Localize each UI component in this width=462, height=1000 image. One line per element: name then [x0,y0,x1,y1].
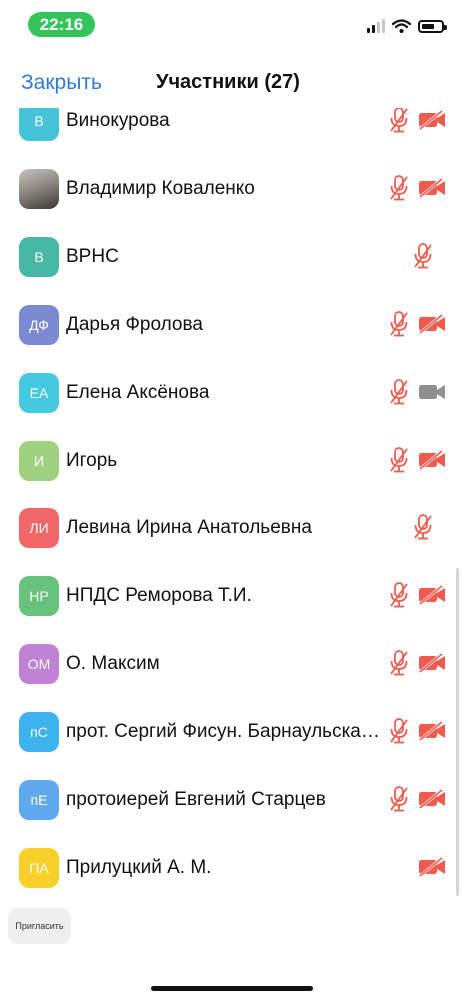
avatar: ЕА [19,372,59,413]
participant-name: Винокурова [66,110,170,131]
participant-name: Левина Ирина Анатольевна [66,517,312,539]
avatar [19,168,59,209]
participant-row[interactable]: ЕА Елена Аксёнова [0,358,462,426]
participant-row[interactable]: Владимир Коваленко [0,154,462,222]
page-title: Участники (27) [156,71,300,93]
wifi-icon [392,19,411,33]
avatar: пЕ [19,780,59,820]
home-indicator [151,986,313,991]
status-bar: 22:16 [0,0,462,50]
participant-row[interactable]: ЛИ Левина Ирина Анатольевна [0,493,462,561]
avatar: пС [19,712,59,753]
participant-name: О. Максим [66,653,160,675]
video-off-icon[interactable] [418,856,446,877]
video-icon[interactable] [418,382,446,402]
participant-row[interactable]: В ВРНС [0,222,462,290]
mic-muted-icon[interactable] [388,446,410,473]
participant-name: прот. Сергий Фисун. Барнаульская епархия [66,721,384,743]
participant-name: Прилуцкий А. М. [66,856,212,878]
status-icons [367,16,447,36]
video-off-icon[interactable] [418,585,446,606]
participants-list[interactable]: В Винокурова Владимир Коваленко В ВРНС ДФ Дарь… [0,108,462,898]
cellular-signal-icon [367,19,385,33]
participant-row[interactable]: ДФ Дарья Фролова [0,290,462,358]
avatar: ОМ [19,644,59,685]
status-time: 22:16 [28,12,95,37]
participant-name: Дарья Фролова [66,313,203,335]
participant-name: НПДС Реморова Т.И. [66,585,252,607]
participant-row[interactable]: пЕ протоиерей Евгений Старцев [0,765,462,833]
avatar: ЛИ [19,508,59,549]
mic-muted-icon[interactable] [412,514,434,540]
participant-row[interactable]: ПА Прилуцкий А. М. [0,833,462,898]
participant-row[interactable]: пС прот. Сергий Фисун. Барнаульская епарх… [0,697,462,765]
participant-name: Игорь [66,449,118,471]
mic-muted-icon[interactable] [388,786,410,812]
participant-row[interactable]: И Игорь [0,426,462,494]
avatar: ДФ [19,304,59,345]
video-off-icon[interactable] [418,449,446,470]
participant-row[interactable]: НР НПДС Реморова Т.И. [0,561,462,629]
participant-row[interactable]: ОМ О. Максим [0,629,462,697]
avatar: И [19,440,59,481]
video-off-icon[interactable] [418,110,446,130]
battery-icon [418,19,447,33]
avatar: ПА [19,847,59,888]
mic-muted-icon[interactable] [388,310,410,337]
mic-muted-icon[interactable] [388,174,410,201]
participant-name: протоиерей Евгений Старцев [66,789,326,810]
mic-muted-icon[interactable] [388,650,410,676]
video-off-icon[interactable] [418,177,446,198]
invite-button[interactable]: Пригласить [8,908,71,944]
close-button[interactable]: Закрыть [21,71,102,95]
mic-muted-icon[interactable] [388,378,410,405]
video-off-icon[interactable] [418,789,446,809]
avatar: В [19,108,59,141]
participant-name: ВРНС [66,245,119,267]
participant-row[interactable]: В Винокурова [0,108,462,154]
avatar: В [19,236,59,277]
video-off-icon[interactable] [418,313,446,334]
avatar: НР [19,576,59,617]
participant-name: Владимир Коваленко [66,177,255,199]
mic-muted-icon[interactable] [412,242,434,269]
mic-muted-icon[interactable] [388,108,410,133]
mic-muted-icon[interactable] [388,718,410,744]
video-off-icon[interactable] [418,653,446,674]
participant-name: Елена Аксёнова [66,381,210,403]
video-off-icon[interactable] [418,721,446,742]
nav-bar: Закрыть Участники (27) [0,58,462,108]
mic-muted-icon[interactable] [388,582,410,608]
scrollbar[interactable] [456,568,459,896]
